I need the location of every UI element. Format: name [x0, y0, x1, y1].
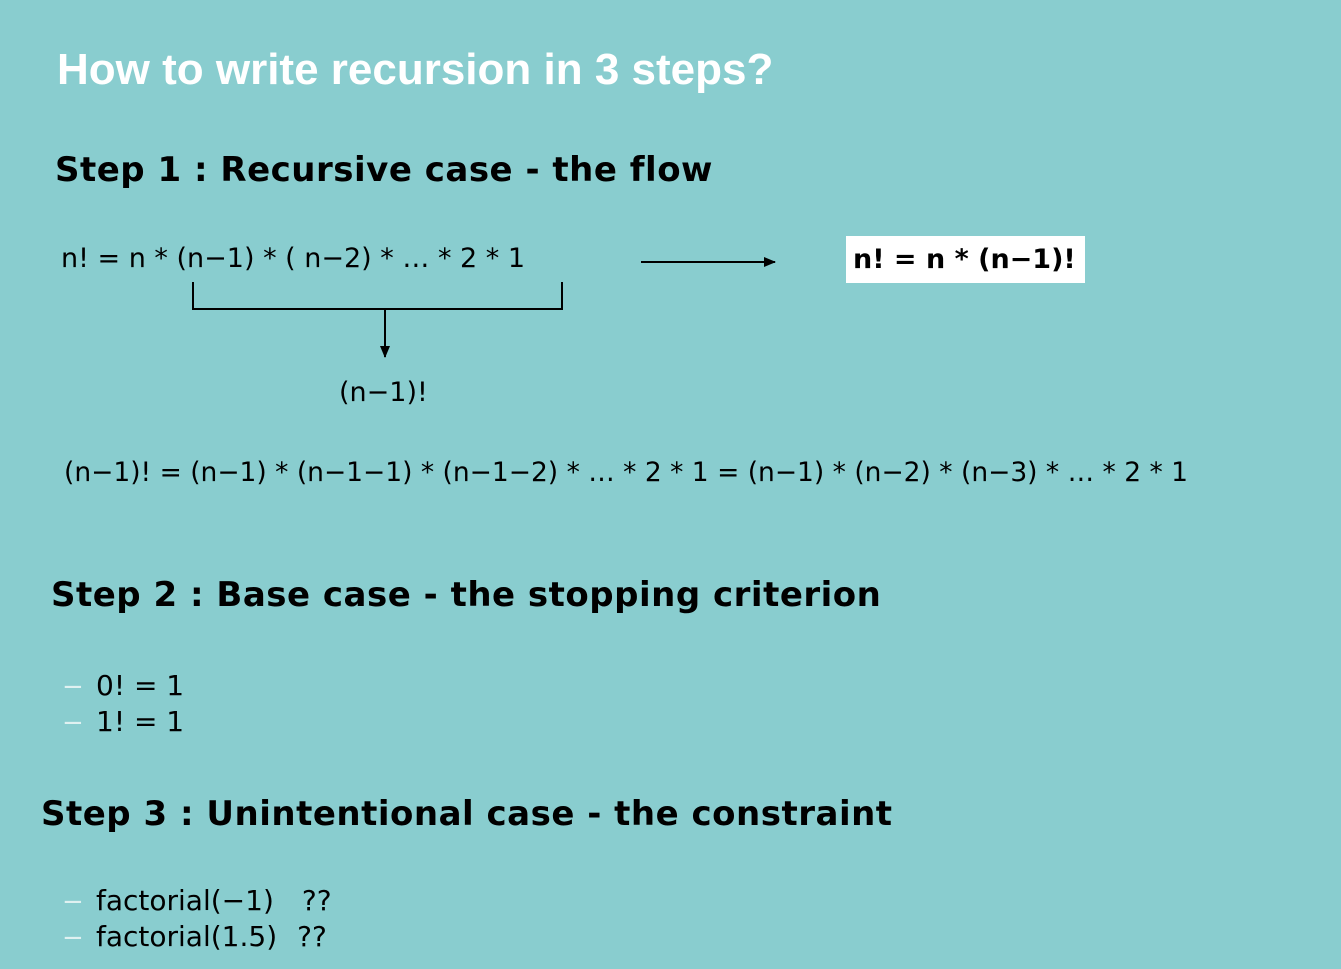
question-marks: ?? — [297, 920, 327, 953]
factorial-expansion: n! = n * (n−1) * ( n−2) * … * 2 * 1 — [61, 243, 526, 274]
bullet-dash: − — [62, 672, 84, 702]
step1-heading: Step 1 : Recursive case - the flow — [55, 150, 713, 190]
brace-result-label: (n−1)! — [339, 377, 428, 408]
step3-heading: Step 3 : Unintentional case - the constr… — [41, 794, 893, 834]
step2-heading: Step 2 : Base case - the stopping criter… — [51, 575, 882, 615]
sub-factorial-expansion: (n−1)! = (n−1) * (n−1−1) * (n−1−2) * … *… — [64, 457, 1189, 488]
grouping-bracket — [192, 282, 563, 310]
constraint-text: factorial(−1) — [96, 884, 274, 917]
constraint-item: − factorial(−1)?? — [62, 884, 332, 917]
page-title: How to write recursion in 3 steps? — [57, 45, 774, 94]
recursive-formula-box: n! = n * (n−1)! — [846, 236, 1085, 283]
bullet-dash: − — [62, 923, 84, 953]
base-case-text: 0! = 1 — [96, 669, 185, 702]
bullet-dash: − — [62, 887, 84, 917]
constraint-text: factorial(1.5) — [96, 920, 278, 953]
bullet-dash: − — [62, 708, 84, 738]
base-case-item: −0! = 1 — [62, 669, 184, 702]
question-marks: ?? — [301, 884, 332, 917]
base-case-item: −1! = 1 — [62, 705, 184, 738]
constraint-item: − factorial(1.5)?? — [62, 920, 327, 953]
base-case-text: 1! = 1 — [96, 705, 185, 738]
